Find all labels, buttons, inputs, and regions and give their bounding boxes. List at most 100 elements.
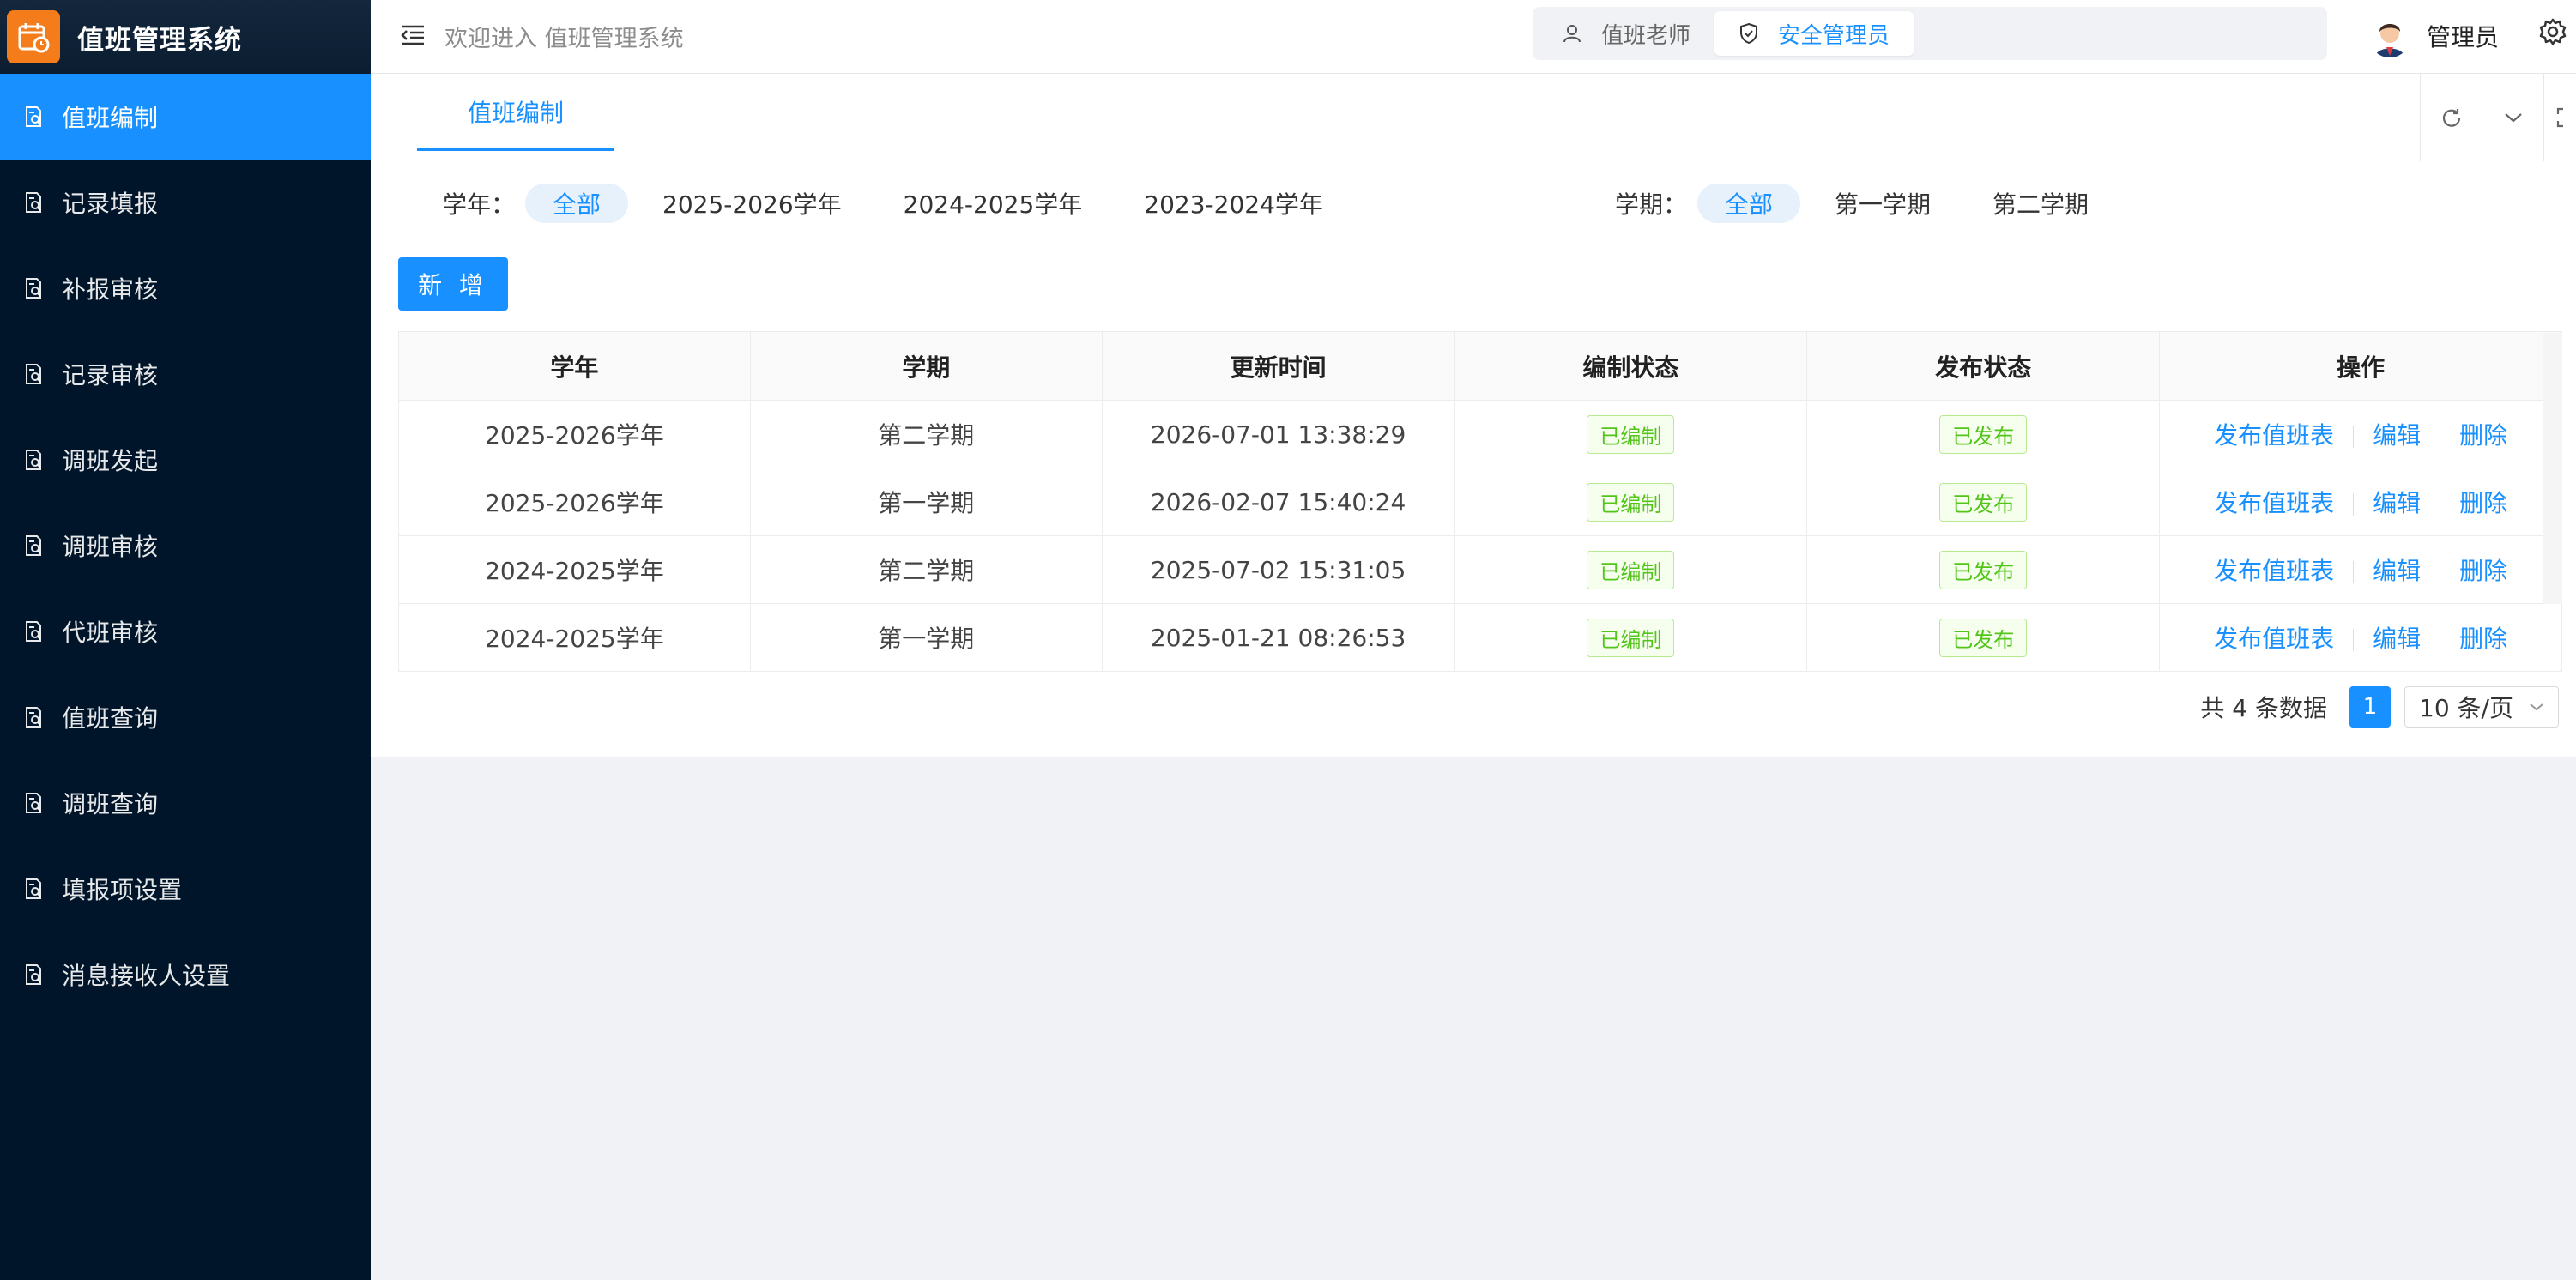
cell-term: 第一学期 xyxy=(749,468,1103,536)
divider xyxy=(2353,426,2355,448)
sidebar-item-label: 调班发起 xyxy=(62,447,159,475)
status-badge: 已编制 xyxy=(1587,550,1675,589)
delete-link[interactable]: 删除 xyxy=(2459,421,2507,450)
sidebar-item-1[interactable]: 记录填报 xyxy=(0,160,371,245)
sidebar-item-label: 值班编制 xyxy=(62,104,159,132)
sidebar-item-label: 记录填报 xyxy=(62,190,159,218)
sidebar-item-2[interactable]: 补报审核 xyxy=(0,245,371,331)
sidebar-item-10[interactable]: 消息接收人设置 xyxy=(0,932,371,1017)
cell-updated: 2025-01-21 08:26:53 xyxy=(1101,603,1455,672)
cell-compile-status: 已编制 xyxy=(1454,603,1808,672)
publish-schedule-link[interactable]: 发布值班表 xyxy=(2214,489,2334,517)
edit-link[interactable]: 编辑 xyxy=(2373,489,2421,517)
user-menu[interactable]: 管理员 xyxy=(2368,12,2499,60)
settings-icon[interactable] xyxy=(2538,17,2573,51)
table-header-row: 学年 学期 更新时间 编制状态 发布状态 操作 xyxy=(398,331,2562,401)
fullscreen-icon[interactable] xyxy=(2543,74,2576,161)
chevron-down-icon xyxy=(2530,703,2543,711)
page-size-select[interactable]: 10 条/页 xyxy=(2404,686,2559,728)
cell-compile-status: 已编制 xyxy=(1454,468,1808,536)
avatar xyxy=(2368,15,2411,57)
edit-link[interactable]: 编辑 xyxy=(2373,421,2421,450)
table-row: 2025-2026学年 第二学期 2026-07-01 13:38:29 已编制 已发布… xyxy=(398,400,2562,468)
add-button[interactable]: 新 增 xyxy=(398,257,508,311)
chevron-down-icon[interactable] xyxy=(2482,74,2543,161)
table-row: 2024-2025学年 第一学期 2025-01-21 08:26:53 已编制 已发布… xyxy=(398,603,2562,672)
column-header: 更新时间 xyxy=(1101,331,1455,401)
year-chip[interactable]: 2025-2026学年 xyxy=(635,184,869,223)
sidebar-item-6[interactable]: 代班审核 xyxy=(0,589,371,674)
cell-actions: 发布值班表 编辑 删除 xyxy=(2159,535,2562,604)
sidebar-item-0[interactable]: 值班编制 xyxy=(0,74,371,160)
publish-schedule-link[interactable]: 发布值班表 xyxy=(2214,557,2334,585)
cell-actions: 发布值班表 编辑 删除 xyxy=(2159,603,2562,672)
cell-compile-status: 已编制 xyxy=(1454,535,1808,604)
role-teacher[interactable]: 值班老师 xyxy=(1538,11,1714,56)
sidebar-item-9[interactable]: 填报项设置 xyxy=(0,846,371,932)
sidebar-item-5[interactable]: 调班审核 xyxy=(0,503,371,589)
column-header: 操作 xyxy=(2159,331,2562,401)
column-header: 编制状态 xyxy=(1454,331,1808,401)
cell-publish-status: 已发布 xyxy=(1806,603,2161,672)
term-chip[interactable]: 第二学期 xyxy=(1965,184,2116,223)
term-filter: 学期： 全部 第一学期 第二学期 xyxy=(1615,184,2123,223)
cell-year: 2024-2025学年 xyxy=(398,603,751,672)
document-search-icon xyxy=(22,449,45,471)
page-1-button[interactable]: 1 xyxy=(2349,686,2391,728)
delete-link[interactable]: 删除 xyxy=(2459,557,2507,585)
divider xyxy=(2353,629,2355,651)
year-filter: 学年： 全部 2025-2026学年 2024-2025学年 2023-2024学年 xyxy=(443,184,1358,223)
role-switch: 值班老师 安全管理员 xyxy=(1533,7,2327,60)
edit-link[interactable]: 编辑 xyxy=(2373,557,2421,585)
document-search-icon xyxy=(22,277,45,299)
sidebar-menu: 值班编制记录填报补报审核 记录审核调班发起调班审核代班审核 值班查询调班查询填报项设… xyxy=(0,74,371,1017)
status-badge: 已发布 xyxy=(1939,550,2028,589)
menu-fold-icon[interactable] xyxy=(400,24,429,50)
cell-updated: 2026-02-07 15:40:24 xyxy=(1101,468,1455,536)
divider xyxy=(2353,561,2355,583)
publish-schedule-link[interactable]: 发布值班表 xyxy=(2214,625,2334,653)
document-search-icon xyxy=(22,363,45,385)
cell-term: 第二学期 xyxy=(749,400,1103,468)
tabs-bar: 值班编制 xyxy=(371,74,2576,161)
cell-updated: 2025-07-02 15:31:05 xyxy=(1101,535,1455,604)
table-scrollbar[interactable] xyxy=(2543,333,2562,604)
column-header: 发布状态 xyxy=(1806,331,2161,401)
document-search-icon xyxy=(22,534,45,557)
sidebar-item-8[interactable]: 调班查询 xyxy=(0,760,371,846)
refresh-icon[interactable] xyxy=(2420,74,2482,161)
cell-actions: 发布值班表 编辑 删除 xyxy=(2159,400,2562,468)
tab-duty-scheduling[interactable]: 值班编制 xyxy=(417,74,614,151)
year-chip[interactable]: 2024-2025学年 xyxy=(876,184,1110,223)
year-filter-label: 学年： xyxy=(443,190,516,219)
user-name: 管理员 xyxy=(2427,23,2500,51)
edit-link[interactable]: 编辑 xyxy=(2373,625,2421,653)
document-search-icon xyxy=(22,963,45,986)
logo: 值班管理系统 xyxy=(0,0,371,74)
delete-link[interactable]: 删除 xyxy=(2459,625,2507,653)
total-count: 共 4 条数据 xyxy=(2200,694,2327,722)
term-chip[interactable]: 第一学期 xyxy=(1807,184,1958,223)
cell-updated: 2026-07-01 13:38:29 xyxy=(1101,400,1455,468)
schedule-table: 学年 学期 更新时间 编制状态 发布状态 操作 2025-2026学年 第二学期 2026-0… xyxy=(398,331,2562,672)
delete-link[interactable]: 删除 xyxy=(2459,489,2507,517)
cell-compile-status: 已编制 xyxy=(1454,400,1808,468)
role-safety-admin[interactable]: 安全管理员 xyxy=(1714,11,1914,56)
sidebar-item-label: 调班审核 xyxy=(62,533,159,561)
term-chip[interactable]: 全部 xyxy=(1697,184,1801,223)
sidebar-item-4[interactable]: 调班发起 xyxy=(0,417,371,503)
cell-year: 2024-2025学年 xyxy=(398,535,751,604)
sidebar-item-label: 调班查询 xyxy=(62,790,159,818)
shield-check-icon xyxy=(1740,22,1758,45)
cell-actions: 发布值班表 编辑 删除 xyxy=(2159,468,2562,536)
sidebar-item-7[interactable]: 值班查询 xyxy=(0,674,371,760)
divider xyxy=(2353,493,2355,516)
status-badge: 已编制 xyxy=(1587,414,1675,454)
document-search-icon xyxy=(22,792,45,814)
publish-schedule-link[interactable]: 发布值班表 xyxy=(2214,421,2334,450)
status-badge: 已发布 xyxy=(1939,482,2028,522)
status-badge: 已发布 xyxy=(1939,414,2028,454)
year-chip[interactable]: 全部 xyxy=(525,184,629,223)
sidebar-item-3[interactable]: 记录审核 xyxy=(0,331,371,417)
year-chip[interactable]: 2023-2024学年 xyxy=(1116,184,1351,223)
